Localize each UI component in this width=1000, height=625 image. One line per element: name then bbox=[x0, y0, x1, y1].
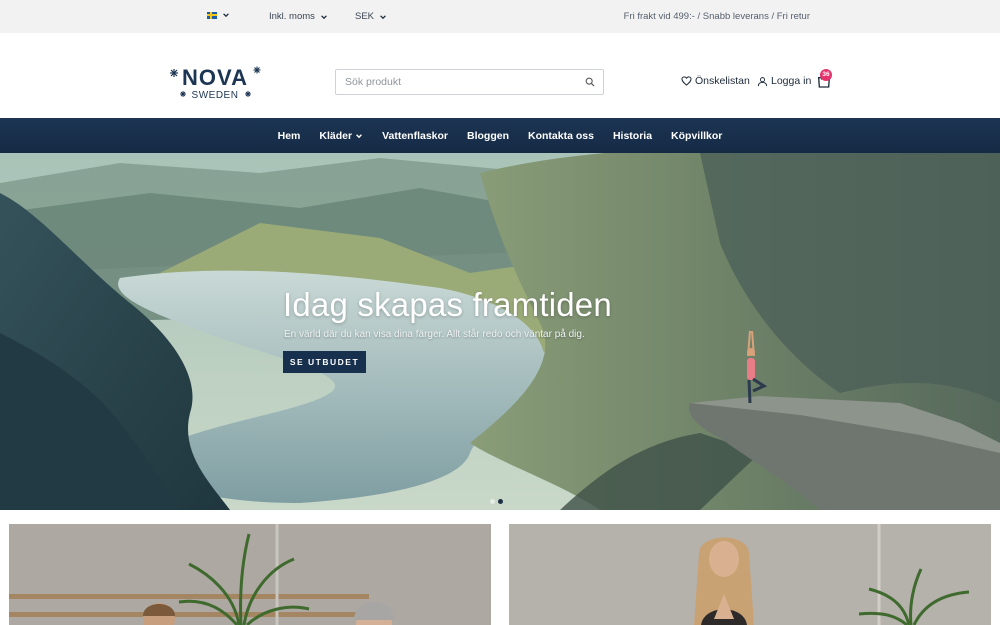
chevron-down-icon bbox=[321, 14, 327, 19]
nav-item-label: Bloggen bbox=[467, 129, 510, 142]
yoga-woman-photo bbox=[509, 524, 991, 625]
logo[interactable]: NOVA SWEDEN bbox=[168, 64, 263, 101]
nova-logo-graphic: NOVA SWEDEN bbox=[170, 65, 261, 101]
currency-selector-value: SEK bbox=[355, 11, 375, 22]
see-range-button[interactable]: SE UTBUDET bbox=[283, 351, 366, 373]
main-nav: Hem Kläder Vattenflaskor Bloggen Kontakt… bbox=[0, 118, 1000, 153]
chevron-down-icon bbox=[223, 13, 229, 18]
login-link[interactable]: Logga in bbox=[757, 75, 811, 87]
nav-item-bloggen[interactable]: Bloggen bbox=[458, 130, 519, 142]
search-input[interactable] bbox=[336, 70, 577, 94]
slider-dot-1[interactable] bbox=[490, 499, 495, 504]
search-button[interactable] bbox=[577, 70, 603, 94]
snowflake-icon bbox=[245, 91, 251, 97]
chevron-down-icon bbox=[356, 133, 362, 138]
hero-subtitle: En värld där du kan visa dina färger. Al… bbox=[284, 329, 585, 340]
search-box bbox=[335, 69, 604, 95]
snowflake-icon bbox=[253, 66, 261, 74]
logo-brand: NOVA bbox=[182, 65, 248, 90]
tax-selector[interactable]: Inkl. moms bbox=[269, 11, 328, 22]
tax-selector-value: Inkl. moms bbox=[269, 11, 315, 22]
logo-tagline: SWEDEN bbox=[192, 90, 239, 100]
site-header: NOVA SWEDEN Önskelistan Logga in 36 bbox=[0, 33, 1000, 118]
nav-item-label: Hem bbox=[277, 129, 301, 142]
couple-photo bbox=[9, 524, 491, 625]
chevron-down-icon bbox=[380, 14, 386, 19]
nav-item-label: Kontakta oss bbox=[528, 129, 594, 142]
nav-item-hem[interactable]: Hem bbox=[268, 130, 310, 142]
hero-title: Idag skapas framtiden bbox=[283, 286, 612, 323]
wishlist-link[interactable]: Önskelistan bbox=[681, 75, 750, 87]
user-icon bbox=[757, 76, 768, 86]
nav-item-kontakta-oss[interactable]: Kontakta oss bbox=[519, 130, 604, 142]
nav-item-historia[interactable]: Historia bbox=[603, 130, 661, 142]
slider-dot-2[interactable] bbox=[498, 499, 503, 504]
category-tile-right[interactable] bbox=[509, 524, 991, 625]
nav-item-label: Vattenflaskor bbox=[382, 129, 449, 142]
snowflake-icon bbox=[180, 91, 186, 97]
nav-item-kopvillkor[interactable]: Köpvillkor bbox=[662, 130, 732, 142]
login-label: Logga in bbox=[771, 75, 812, 87]
search-icon bbox=[585, 77, 595, 87]
nav-item-label: Kläder bbox=[319, 129, 353, 142]
top-bar: Inkl. moms SEK Fri frakt vid 499:- / Sna… bbox=[0, 0, 1000, 33]
nav-item-vattenflaskor[interactable]: Vattenflaskor bbox=[373, 130, 458, 142]
sweden-flag-icon bbox=[207, 11, 217, 19]
hero-banner: Idag skapas framtiden En värld där du ka… bbox=[0, 153, 1000, 510]
nav-item-label: Köpvillkor bbox=[671, 129, 723, 142]
wishlist-label: Önskelistan bbox=[695, 75, 750, 87]
category-tile-left[interactable] bbox=[9, 524, 491, 625]
promo-text: Fri frakt vid 499:- / Snabb leverans / F… bbox=[623, 11, 810, 22]
heart-icon bbox=[681, 76, 692, 86]
nav-item-klader[interactable]: Kläder bbox=[310, 130, 373, 142]
language-selector[interactable] bbox=[207, 11, 230, 19]
snowflake-icon bbox=[170, 69, 178, 77]
cart-count-badge: 36 bbox=[820, 69, 832, 81]
currency-selector[interactable]: SEK bbox=[355, 11, 387, 22]
nav-item-label: Historia bbox=[612, 129, 653, 142]
